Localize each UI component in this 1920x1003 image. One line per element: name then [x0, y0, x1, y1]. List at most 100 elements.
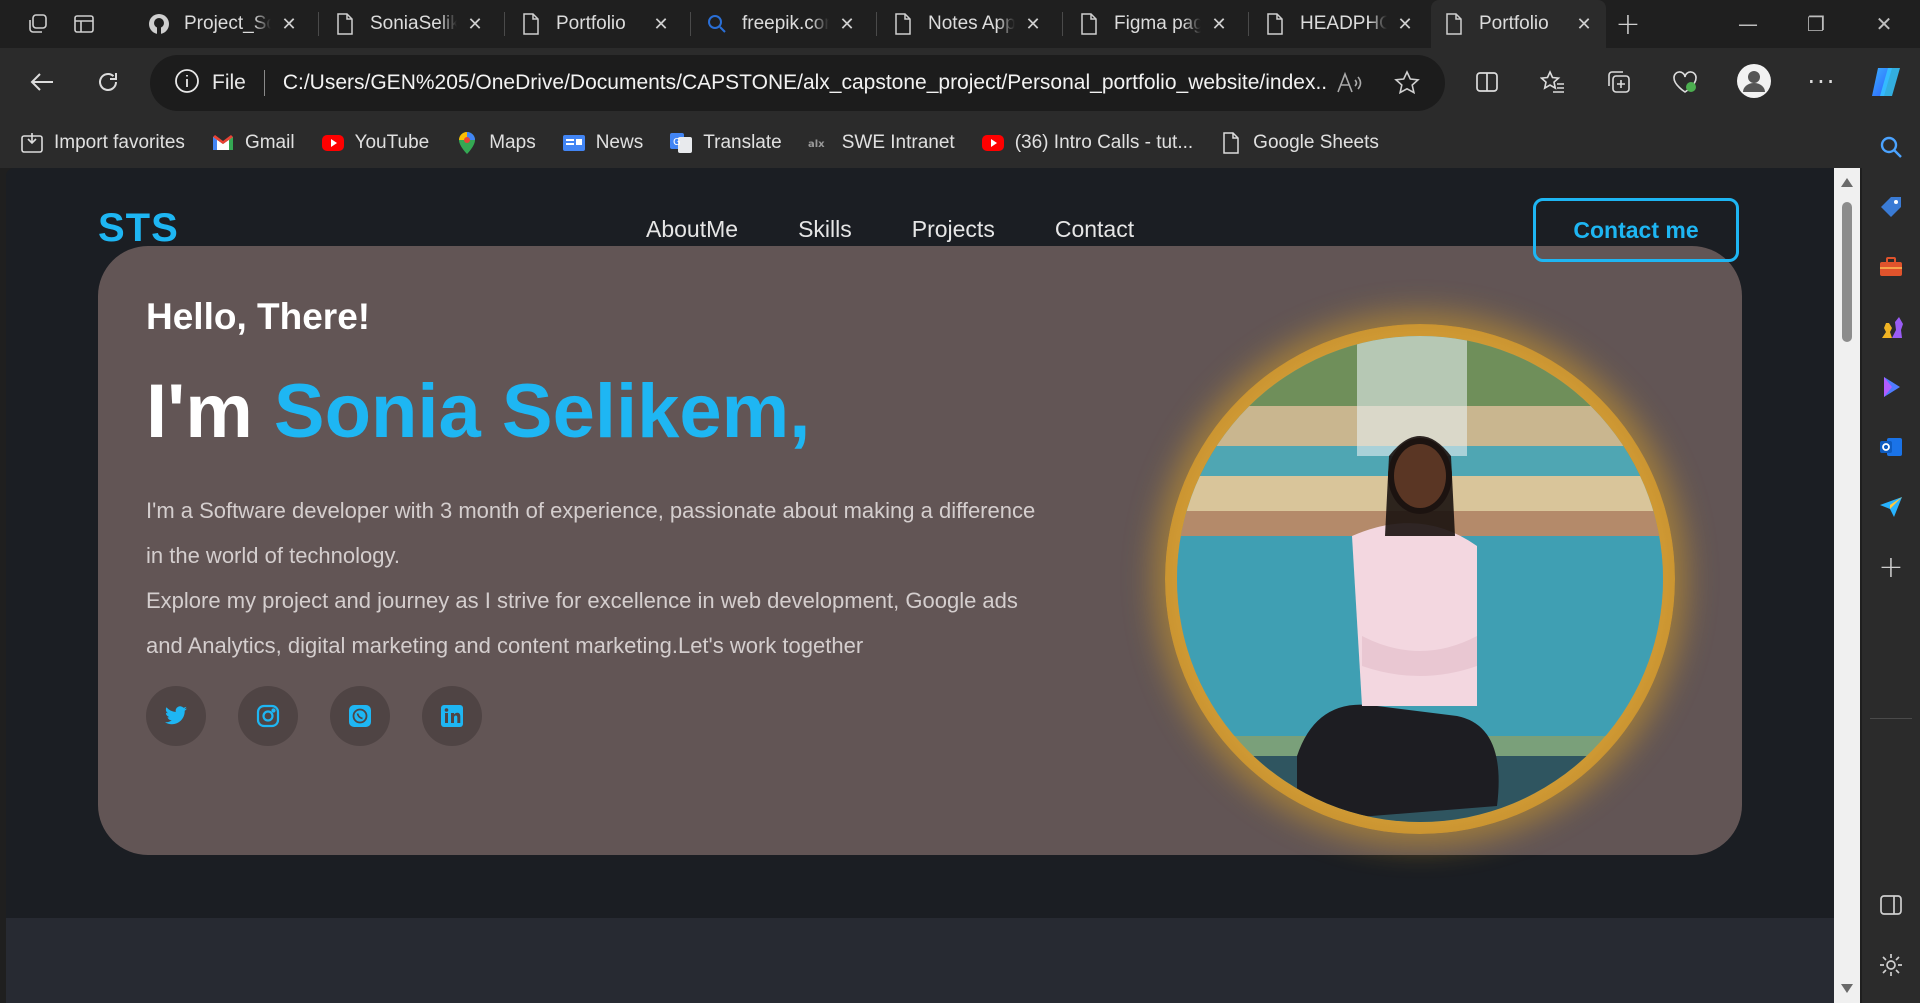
bio-line: in the world of technology.	[146, 543, 400, 568]
tab-7-active[interactable]: Portfolio ✕	[1431, 0, 1606, 48]
browser-essentials-icon[interactable]	[1663, 60, 1707, 104]
tab-3[interactable]: freepik.com ✕	[694, 0, 869, 48]
github-icon	[148, 13, 170, 35]
sidebar-divider	[1870, 718, 1912, 719]
send-plane-icon[interactable]	[1876, 492, 1906, 522]
nav-link-contact[interactable]: Contact	[1055, 216, 1134, 243]
linkedin-link[interactable]	[422, 686, 482, 746]
shopping-tag-icon[interactable]	[1876, 192, 1906, 222]
close-icon[interactable]: ✕	[651, 14, 671, 35]
tab-divider	[318, 12, 319, 36]
collections-icon[interactable]	[1597, 60, 1641, 104]
tab-1[interactable]: SoniaSelik ✕	[322, 0, 497, 48]
page-icon	[1219, 131, 1243, 155]
more-menu-icon[interactable]: ···	[1800, 60, 1844, 104]
restore-icon[interactable]: ❐	[1782, 0, 1850, 48]
tab-title: Project_So	[184, 13, 271, 34]
hero-card: Hello, There! I'm Sonia Selikem, I'm a S…	[98, 246, 1742, 855]
instagram-icon	[256, 704, 280, 728]
tools-briefcase-icon[interactable]	[1876, 252, 1906, 282]
scroll-down-icon[interactable]	[1841, 984, 1853, 993]
linkedin-icon	[441, 705, 463, 727]
profile-avatar-icon[interactable]	[1732, 59, 1776, 103]
close-icon[interactable]: ✕	[465, 14, 485, 35]
close-icon[interactable]: ✕	[1023, 14, 1043, 35]
add-sidebar-app-icon[interactable]: +	[1876, 550, 1906, 585]
tab-actions-icon[interactable]	[66, 8, 102, 40]
svg-text:alx: alx	[808, 139, 825, 150]
nav-link-projects[interactable]: Projects	[912, 216, 995, 243]
page-scrollbar[interactable]	[1834, 168, 1860, 1003]
tab-title: SoniaSelik	[370, 13, 457, 34]
tab-4[interactable]: Notes App ✕	[880, 0, 1055, 48]
new-tab-icon[interactable]: +	[1610, 7, 1646, 42]
hero-headline: I'm Sonia Selikem,	[146, 368, 810, 455]
settings-gear-icon[interactable]	[1876, 950, 1906, 980]
site-logo[interactable]: STS	[98, 206, 179, 251]
whatsapp-icon	[349, 705, 371, 727]
svg-text:G: G	[673, 137, 681, 148]
bookmark-translate[interactable]: G Translate	[669, 131, 782, 155]
nav-link-skills[interactable]: Skills	[798, 216, 852, 243]
bookmark-label: Google Sheets	[1253, 132, 1379, 153]
copilot-sidebar-icon[interactable]	[1876, 372, 1906, 402]
site-nav: AboutMe Skills Projects Contact	[646, 216, 1194, 243]
workspaces-icon[interactable]	[20, 8, 56, 40]
tab-5[interactable]: Figma pag ✕	[1066, 0, 1241, 48]
sidebar-search-icon[interactable]	[1876, 132, 1906, 162]
back-icon[interactable]	[20, 60, 64, 104]
alx-icon: alx	[808, 131, 832, 155]
tab-2[interactable]: Portfolio ✕	[508, 0, 683, 48]
bookmark-intro-calls[interactable]: (36) Intro Calls - tut...	[981, 131, 1193, 155]
bookmark-google-sheets[interactable]: Google Sheets	[1219, 131, 1379, 155]
bookmark-swe-intranet[interactable]: alx SWE Intranet	[808, 131, 955, 155]
games-chess-icon[interactable]	[1876, 312, 1906, 342]
bookmark-youtube[interactable]: YouTube	[321, 131, 430, 155]
window-close-icon[interactable]: ✕	[1850, 0, 1918, 48]
bookmark-label: YouTube	[354, 132, 430, 153]
bookmark-news[interactable]: News	[562, 131, 644, 155]
close-icon[interactable]: ✕	[1574, 14, 1594, 35]
favorites-icon[interactable]	[1531, 60, 1575, 104]
url-text[interactable]: C:/Users/GEN%205/OneDrive/Documents/CAPS…	[283, 71, 1328, 95]
close-icon[interactable]: ✕	[1209, 14, 1229, 35]
close-icon[interactable]: ✕	[279, 14, 299, 35]
refresh-icon[interactable]	[86, 60, 130, 104]
twitter-link[interactable]	[146, 686, 206, 746]
bookmark-label: Gmail	[244, 132, 295, 153]
copilot-icon[interactable]	[1864, 60, 1908, 104]
bio-line: Explore my project and journey as I stri…	[146, 588, 1018, 613]
read-aloud-icon[interactable]	[1335, 69, 1363, 97]
page-icon	[520, 13, 542, 35]
gmail-icon	[211, 131, 235, 155]
hide-sidebar-icon[interactable]	[1876, 890, 1906, 920]
nav-link-aboutme[interactable]: AboutMe	[646, 216, 738, 243]
tab-0[interactable]: Project_So ✕	[136, 0, 311, 48]
split-screen-icon[interactable]	[1465, 60, 1509, 104]
tab-6[interactable]: HEADPHO ✕	[1252, 0, 1427, 48]
address-bar[interactable]: File C:/Users/GEN%205/OneDrive/Documents…	[150, 55, 1445, 111]
bio-line: I'm a Software developer with 3 month of…	[146, 498, 1036, 523]
bookmark-gmail[interactable]: Gmail	[211, 131, 295, 155]
close-icon[interactable]: ✕	[1395, 14, 1415, 35]
close-icon[interactable]: ✕	[837, 14, 857, 35]
page-icon	[1443, 13, 1465, 35]
bookmark-maps[interactable]: Maps	[455, 131, 536, 155]
tab-title: Figma pag	[1114, 13, 1201, 34]
youtube-icon	[981, 131, 1005, 155]
hero-bio: I'm a Software developer with 3 month of…	[146, 488, 1086, 668]
whatsapp-link[interactable]	[330, 686, 390, 746]
scroll-up-icon[interactable]	[1841, 178, 1853, 187]
info-icon[interactable]	[174, 68, 200, 98]
bookmark-label: Import favorites	[54, 132, 185, 153]
outlook-icon[interactable]	[1876, 432, 1906, 462]
scrollbar-thumb[interactable]	[1842, 202, 1852, 342]
bookmark-import-favorites[interactable]: Import favorites	[20, 131, 185, 155]
edge-sidebar: +	[1862, 118, 1920, 1003]
instagram-link[interactable]	[238, 686, 298, 746]
minimize-icon[interactable]: —	[1714, 0, 1782, 48]
contact-me-button[interactable]: Contact me	[1533, 198, 1739, 262]
bookmark-label: News	[595, 132, 644, 153]
favorite-star-icon[interactable]	[1393, 69, 1421, 97]
hero-im: I'm	[146, 369, 253, 454]
